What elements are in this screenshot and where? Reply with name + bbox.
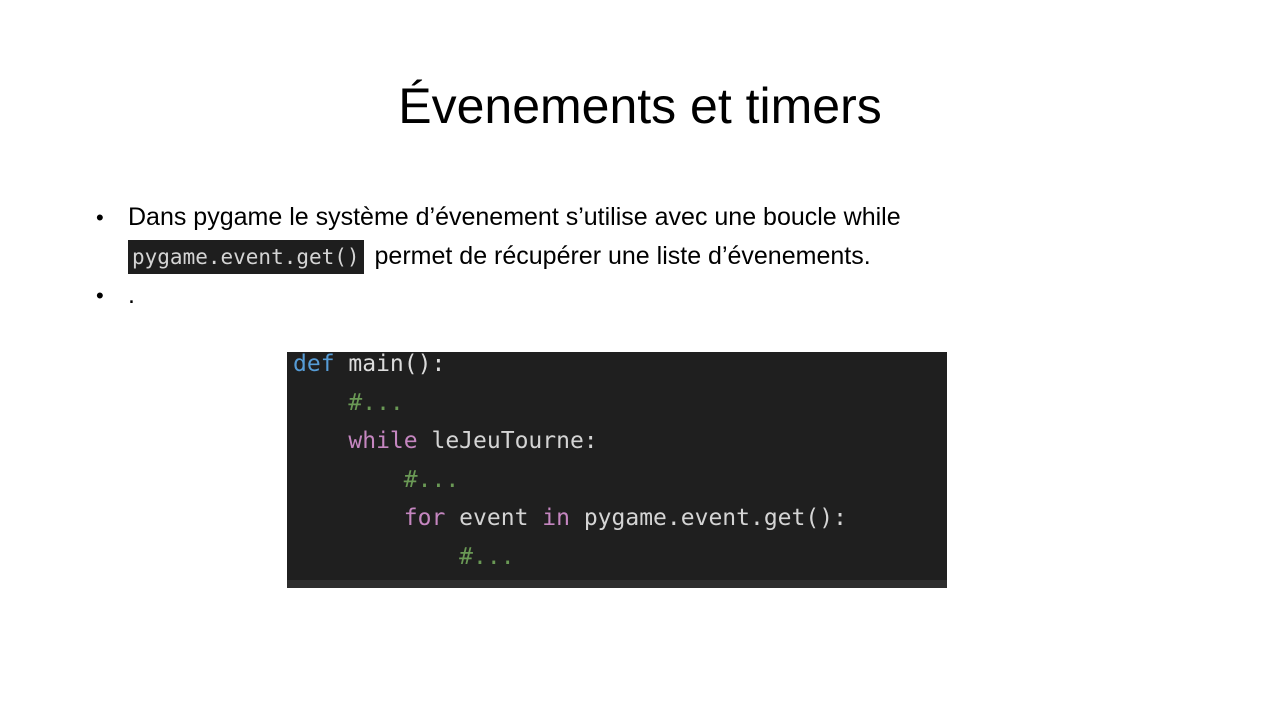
bullet-item-2: • . [96,276,1096,315]
code-token: #... [403,466,460,493]
code-line: def main(): [287,352,947,391]
slide-title: Évenements et timers [398,78,882,134]
bullet-item-1: • Dans pygame le système d’évenement s’u… [96,198,1096,276]
bullet-glyph: • [96,205,104,230]
code-token: #... [348,389,404,416]
code-token: leJeuTourne: [417,428,598,454]
code-screenshot: def main(): #... while leJeuTourne: #...… [287,352,947,588]
bullet-text-2: . [128,281,135,309]
code-token: main(): [334,352,446,377]
inline-code-snippet: pygame.event.get() [128,240,364,275]
code-line: for event in pygame.event.get(): [287,506,947,545]
code-token: in [542,505,570,531]
code-line: while leJeuTourne: [287,429,947,468]
code-token: event [445,505,543,531]
bullet-1-line-1: Dans pygame le système d’évenement s’uti… [128,203,901,231]
code-token: #... [459,543,515,570]
slide: Évenements et timers • Dans pygame le sy… [0,0,1280,720]
code-line: #... [287,468,947,507]
bullet-1-line-2: permet de récupérer une liste d’évenemen… [374,242,871,270]
code-token: pygame.event.get(): [569,505,847,531]
code-line: #... [287,543,947,581]
bullet-glyph: • [96,283,104,308]
code-token: while [348,428,418,454]
code-token: for [403,505,446,531]
code-token: def [293,352,335,377]
bullet-text-1: Dans pygame le système d’évenement s’uti… [128,198,1096,276]
bullet-list: • Dans pygame le système d’évenement s’u… [96,198,1096,315]
code-line: #... [287,391,947,430]
